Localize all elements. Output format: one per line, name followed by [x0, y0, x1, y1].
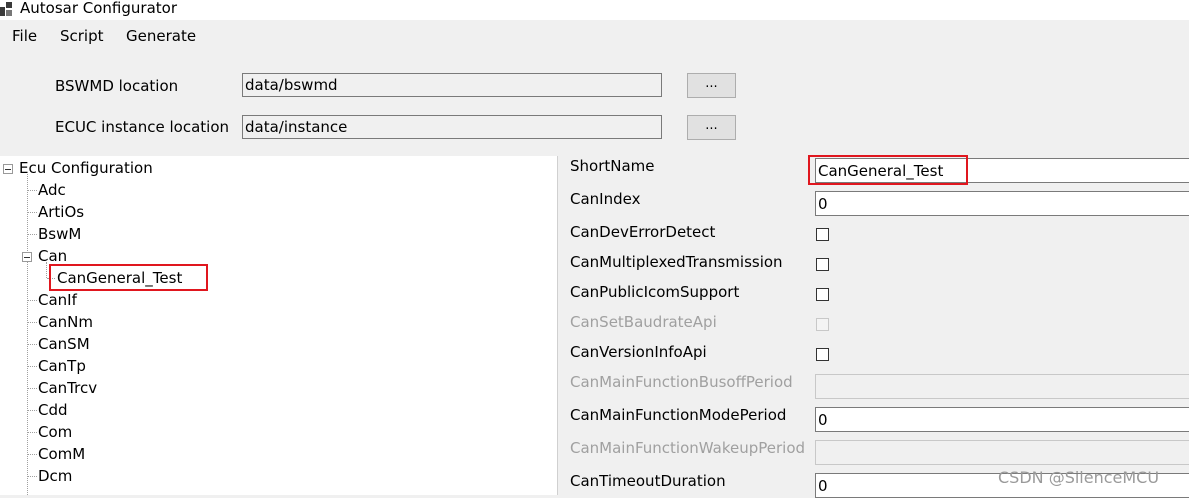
tree-connector [28, 234, 37, 235]
canmainfunctionmodeperiod-input[interactable]: 0 [815, 407, 1189, 432]
tree-node-adc[interactable]: Adc [38, 181, 66, 199]
shortname-highlight [808, 155, 968, 185]
ecuc-location-label: ECUC instance location [55, 118, 230, 136]
candeverrordetect-checkbox[interactable] [816, 228, 829, 241]
tree-node-bswm[interactable]: BswM [38, 225, 81, 243]
window-title: Autosar Configurator [20, 0, 177, 17]
canindex-input[interactable]: 0 [815, 191, 1189, 216]
tree-connector [28, 300, 37, 301]
tree-node-can[interactable]: Can [38, 247, 67, 265]
ecuc-location-input[interactable]: data/instance [242, 115, 662, 139]
tree-connector [28, 388, 37, 389]
tree-connector [28, 410, 37, 411]
canmainfunctionwakeupperiod-label: CanMainFunctionWakeupPeriod [570, 439, 806, 457]
watermark: CSDN @SilenceMCU [998, 468, 1160, 487]
tree-connector [28, 190, 37, 191]
canmainfunctionwakeupperiod-input [815, 440, 1189, 465]
title-bar: Autosar Configurator [0, 0, 1189, 20]
canmultiplexedtransmission-checkbox[interactable] [816, 258, 829, 271]
bswmd-location-label: BSWMD location [55, 77, 179, 95]
menu-generate[interactable]: Generate [126, 27, 196, 45]
menu-script[interactable]: Script [60, 27, 104, 45]
tree-connector [28, 476, 37, 477]
tree-connector [46, 262, 47, 278]
canmainfunctionbusoffperiod-label: CanMainFunctionBusoffPeriod [570, 373, 793, 391]
tree-selection-highlight [49, 264, 208, 291]
ecuc-browse-button[interactable]: ... [687, 115, 736, 140]
cansetbaudrateapi-label: CanSetBaudrateApi [570, 313, 717, 331]
candeverrordetect-label: CanDevErrorDetect [570, 223, 716, 241]
canpublicicomsupport-checkbox[interactable] [816, 288, 829, 301]
menu-file[interactable]: File [12, 27, 37, 45]
canmainfunctionmodeperiod-label: CanMainFunctionModePeriod [570, 406, 787, 424]
tree-node-cdd[interactable]: Cdd [38, 401, 68, 419]
tree-connector [27, 174, 28, 495]
tree-node-artios[interactable]: ArtiOs [38, 203, 84, 221]
config-tree[interactable]: Ecu Configuration Adc ArtiOs BswM Can Ca… [0, 156, 558, 495]
tree-connector [28, 322, 37, 323]
tree-node-root[interactable]: Ecu Configuration [19, 159, 153, 177]
app-icon [0, 2, 12, 16]
tree-node-dcm[interactable]: Dcm [38, 467, 72, 485]
tree-connector [28, 212, 37, 213]
canpublicicomsupport-label: CanPublicIcomSupport [570, 283, 740, 301]
tree-node-cansm[interactable]: CanSM [38, 335, 90, 353]
tree-connector [28, 432, 37, 433]
canmainfunctionbusoffperiod-input [815, 374, 1189, 399]
menu-bar: File Script Generate [0, 22, 1189, 50]
tree-node-comm[interactable]: ComM [38, 445, 85, 463]
canmultiplexedtransmission-label: CanMultiplexedTransmission [570, 253, 783, 271]
tree-node-canif[interactable]: CanIf [38, 291, 77, 309]
collapse-root-icon[interactable] [3, 164, 13, 174]
tree-connector [28, 366, 37, 367]
canindex-label: CanIndex [570, 190, 641, 208]
tree-connector [28, 344, 37, 345]
tree-connector [28, 454, 37, 455]
tree-node-cannm[interactable]: CanNm [38, 313, 93, 331]
bswmd-browse-button[interactable]: ... [687, 73, 736, 98]
tree-node-com[interactable]: Com [38, 423, 72, 441]
tree-node-cantrcv[interactable]: CanTrcv [38, 379, 97, 397]
canversioninfoapi-label: CanVersionInfoApi [570, 343, 707, 361]
bswmd-location-input[interactable]: data/bswmd [242, 73, 662, 97]
tree-node-cantp[interactable]: CanTp [38, 357, 86, 375]
cantimeoutduration-label: CanTimeoutDuration [570, 472, 726, 490]
canversioninfoapi-checkbox[interactable] [816, 348, 829, 361]
shortname-label: ShortName [570, 157, 655, 175]
cansetbaudrateapi-checkbox [816, 318, 829, 331]
collapse-can-icon[interactable] [22, 252, 32, 262]
